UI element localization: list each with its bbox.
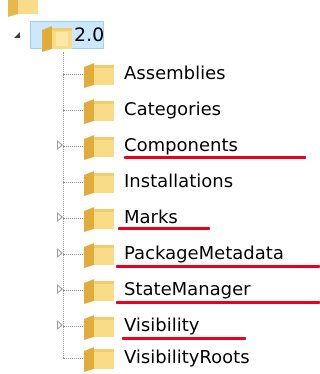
annotation-underline bbox=[116, 301, 320, 304]
tree-item-statemanager[interactable]: StateManager bbox=[0, 272, 320, 308]
tree-branch-line bbox=[63, 146, 83, 147]
folder-icon bbox=[82, 169, 116, 197]
annotation-underline bbox=[124, 156, 306, 159]
folder-icon bbox=[82, 97, 116, 125]
tree-item-packagemetadata[interactable]: PackageMetadata bbox=[0, 236, 320, 272]
annotation-underline bbox=[118, 227, 210, 230]
folder-icon bbox=[82, 133, 116, 161]
tree-item-parent[interactable] bbox=[0, 0, 120, 17]
tree-branch-line bbox=[63, 74, 83, 75]
tree-item-marks[interactable]: Marks bbox=[0, 200, 320, 236]
tree-item-label: Assemblies bbox=[124, 63, 226, 84]
tree-item-label: Components bbox=[124, 135, 238, 156]
tree-item-categories[interactable]: Categories bbox=[0, 92, 320, 128]
tree-item-root[interactable]: 2.0 bbox=[0, 19, 320, 53]
folder-icon bbox=[82, 313, 116, 341]
expand-arrow-icon[interactable] bbox=[57, 320, 63, 330]
folder-icon bbox=[82, 345, 116, 373]
registry-tree-view: 2.0 Assemblies Categories Components Ins… bbox=[0, 0, 320, 374]
expand-arrow-icon[interactable] bbox=[57, 212, 63, 222]
tree-item-label: 2.0 bbox=[74, 24, 105, 46]
expand-arrow-icon[interactable] bbox=[57, 248, 63, 258]
tree-branch-line bbox=[63, 110, 83, 111]
tree-item-components[interactable]: Components bbox=[0, 128, 320, 164]
tree-branch-line bbox=[63, 254, 83, 255]
tree-item-label: Categories bbox=[124, 99, 222, 120]
expand-arrow-icon[interactable] bbox=[57, 140, 63, 150]
tree-branch-line bbox=[63, 218, 83, 219]
tree-item-visibilityroots[interactable]: VisibilityRoots bbox=[0, 338, 320, 374]
tree-item-installations[interactable]: Installations bbox=[0, 164, 320, 200]
tree-branch-line bbox=[63, 358, 83, 359]
annotation-underline bbox=[116, 265, 320, 268]
folder-icon bbox=[82, 277, 116, 305]
folder-icon bbox=[82, 61, 116, 89]
tree-item-label: Installations bbox=[124, 171, 234, 192]
folder-icon bbox=[82, 205, 116, 233]
expand-arrow-icon[interactable] bbox=[57, 284, 63, 294]
tree-item-label: Visibility bbox=[124, 315, 200, 336]
tree-branch-line bbox=[63, 326, 83, 327]
tree-item-label: VisibilityRoots bbox=[124, 347, 250, 368]
tree-branch-line bbox=[63, 290, 83, 291]
tree-branch-line bbox=[63, 182, 83, 183]
folder-icon bbox=[82, 241, 116, 269]
collapse-arrow-icon[interactable] bbox=[14, 32, 20, 38]
folder-icon bbox=[6, 0, 40, 18]
tree-item-label: StateManager bbox=[124, 279, 251, 300]
folder-open-icon bbox=[40, 24, 74, 52]
tree-item-label: PackageMetadata bbox=[124, 243, 284, 264]
tree-item-assemblies[interactable]: Assemblies bbox=[0, 56, 320, 92]
